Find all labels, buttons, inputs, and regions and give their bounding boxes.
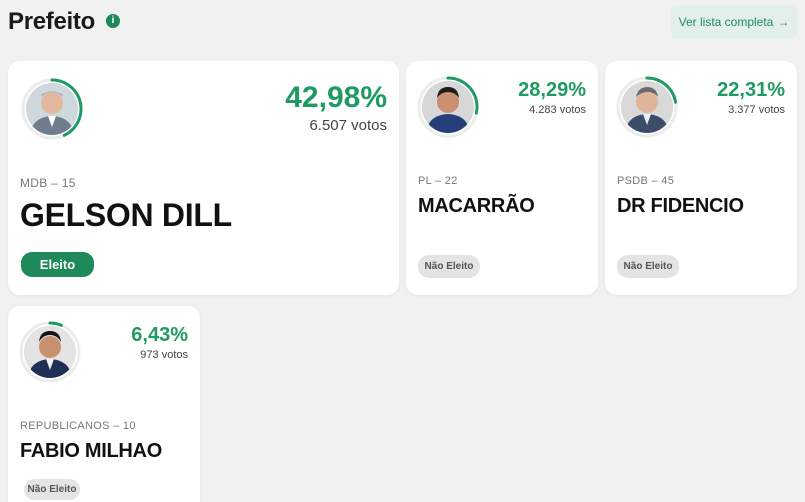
candidate-name: MACARRÃO [418, 195, 535, 217]
person-photo [422, 81, 474, 133]
party-label: PSDB – 45 [617, 175, 675, 187]
vote-count: 3.377 votos [728, 104, 785, 116]
candidate-card[interactable]: 6,43% 973 votos REPUBLICANOS – 10 FABIO … [8, 306, 200, 502]
full-list-button[interactable]: Ver lista completa → [671, 5, 797, 39]
info-icon[interactable]: i [106, 14, 120, 28]
person-photo [26, 83, 78, 135]
candidate-avatar [18, 320, 82, 384]
vote-count: 6.507 votos [309, 117, 387, 134]
person-photo [24, 326, 76, 378]
status-badge: Não Eleito [617, 255, 679, 278]
vote-percentage: 28,29% [518, 79, 586, 101]
full-list-label: Ver lista completa [678, 15, 774, 29]
section-title: Prefeito [8, 8, 95, 35]
candidate-avatar [20, 77, 84, 141]
candidate-avatar [615, 75, 679, 139]
status-badge: Não Eleito [418, 255, 480, 278]
party-label: MDB – 15 [20, 176, 76, 190]
candidate-avatar [416, 75, 480, 139]
candidate-card[interactable]: 28,29% 4.283 votos PL – 22 MACARRÃO Não … [406, 61, 598, 295]
person-photo [621, 81, 673, 133]
vote-percentage: 6,43% [131, 324, 188, 346]
vote-percentage: 22,31% [717, 79, 785, 101]
vote-percentage: 42,98% [285, 81, 387, 114]
party-label: PL – 22 [418, 175, 458, 187]
vote-count: 973 votos [140, 349, 188, 361]
candidate-name: GELSON DILL [20, 197, 232, 233]
status-badge: Eleito [21, 252, 94, 277]
status-badge: Não Eleito [24, 479, 80, 500]
candidate-card[interactable]: 42,98% 6.507 votos MDB – 15 GELSON DILL … [8, 61, 399, 295]
arrow-right-icon: → [777, 15, 790, 29]
candidate-card[interactable]: 22,31% 3.377 votos PSDB – 45 DR FIDENCIO… [605, 61, 797, 295]
vote-count: 4.283 votos [529, 104, 586, 116]
party-label: REPUBLICANOS – 10 [20, 420, 136, 432]
candidate-name: FABIO MILHAO [20, 440, 162, 462]
candidate-name: DR FIDENCIO [617, 195, 744, 217]
